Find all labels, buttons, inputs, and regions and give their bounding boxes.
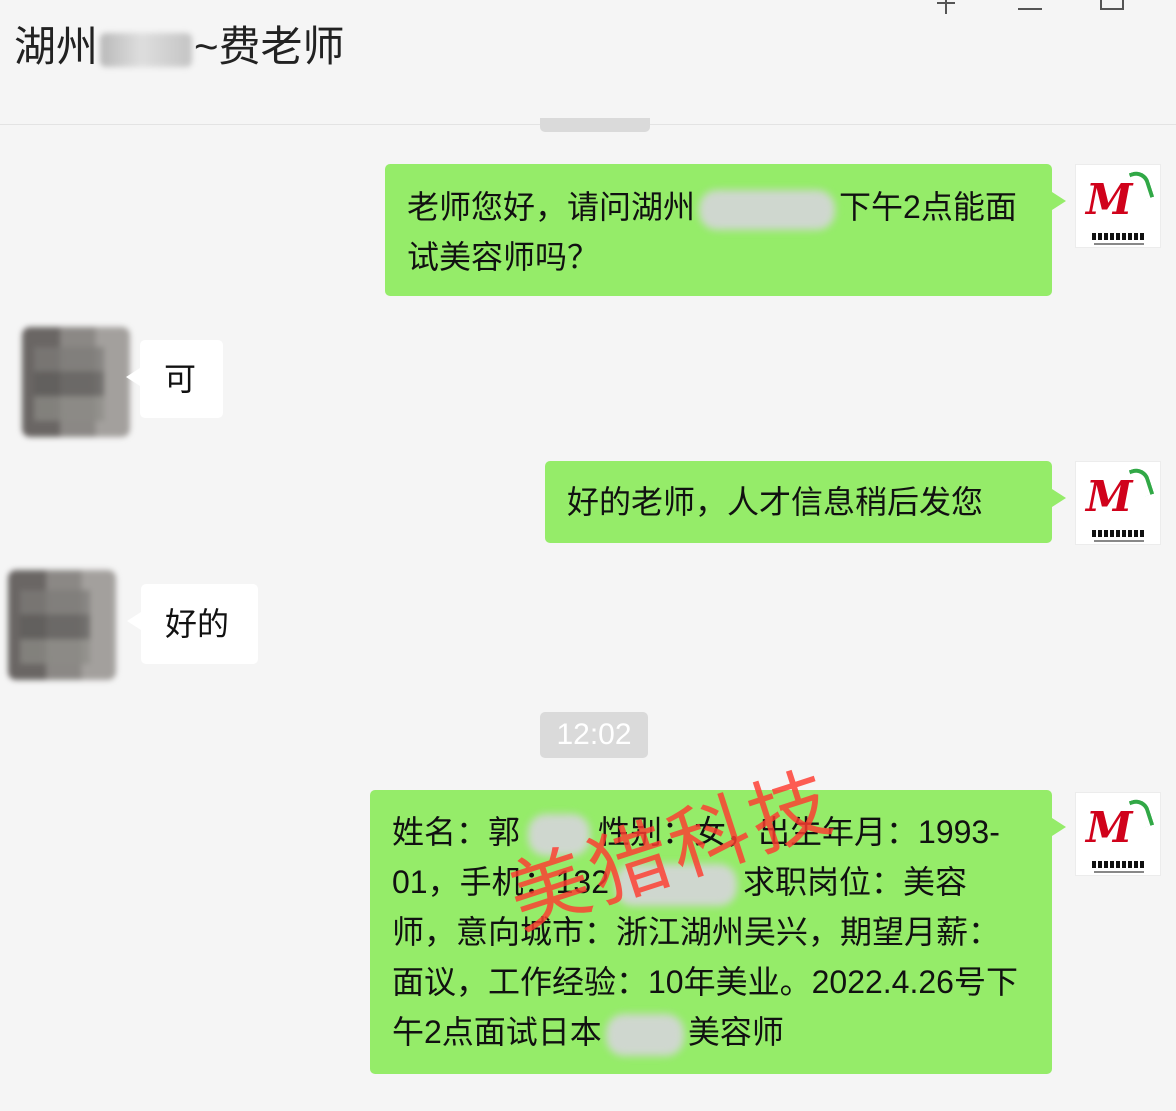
sent-message-1-text: 老师您好，请问湖州 下午2点能面试美容师吗？ — [407, 189, 1017, 275]
received-message-2-text: 好的 — [165, 606, 230, 642]
brand-avatar-icon[interactable]: M — [1075, 792, 1161, 876]
masked-title-name — [100, 32, 193, 67]
brand-logo-caption — [1092, 861, 1146, 868]
brand-avatar-icon[interactable]: M — [1075, 461, 1161, 545]
masked-company — [605, 1013, 684, 1056]
maximize-icon[interactable] — [1100, 0, 1124, 10]
chat-title-suffix: ~费老师 — [194, 23, 345, 70]
chat-title-prefix: 湖州 — [14, 23, 99, 70]
chat-header: 湖州 ~费老师 — [0, 0, 1176, 125]
received-message-1-text: 可 — [164, 361, 197, 397]
brand-logo-caption — [1092, 233, 1146, 240]
received-message-1[interactable]: 可 — [126, 340, 223, 418]
partial-time-divider — [540, 118, 650, 132]
masked-city-detail — [699, 189, 836, 230]
sent-message-1[interactable]: 老师您好，请问湖州 下午2点能面试美容师吗？ — [385, 164, 1066, 296]
brand-logo-url — [1094, 243, 1144, 245]
pin-icon[interactable] — [934, 0, 958, 16]
brand-logo-url — [1094, 871, 1144, 873]
chat-title: 湖州 ~费老师 — [14, 18, 345, 76]
contact-avatar[interactable] — [8, 570, 116, 680]
brand-logo-caption — [1092, 530, 1146, 537]
minimize-icon[interactable] — [1018, 0, 1042, 10]
sent-message-2-text: 好的老师，人才信息稍后发您 — [567, 484, 984, 520]
brand-avatar-icon[interactable]: M — [1075, 164, 1161, 248]
contact-avatar[interactable] — [22, 327, 130, 437]
received-message-2[interactable]: 好的 — [127, 584, 258, 664]
brand-logo-url — [1094, 540, 1144, 542]
sent-message-2[interactable]: 好的老师，人才信息稍后发您 — [545, 461, 1066, 543]
time-divider: 12:02 — [540, 712, 648, 758]
